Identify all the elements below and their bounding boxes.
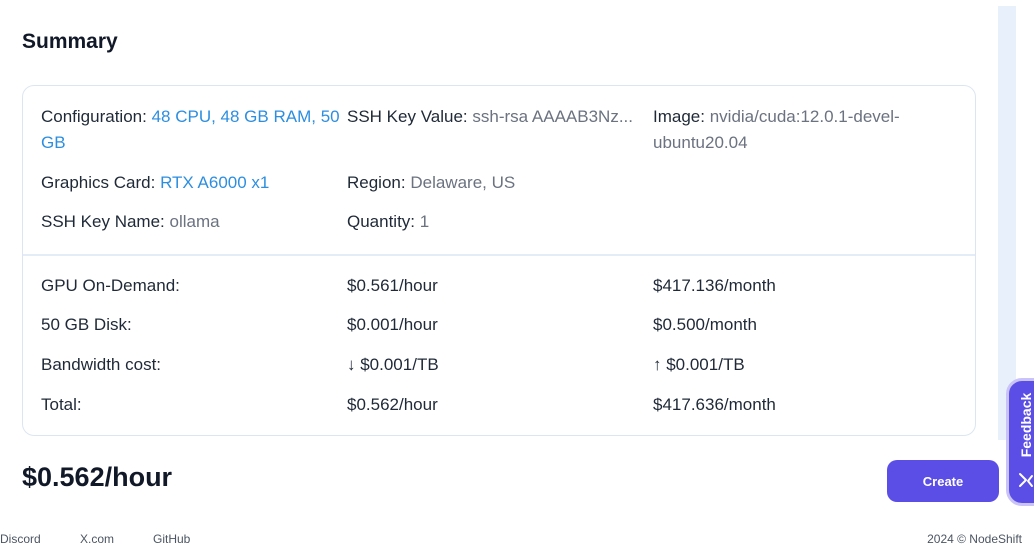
copyright: 2024 © NodeShift	[927, 532, 1022, 546]
cost-label: Total:	[41, 395, 82, 414]
quantity-label: Quantity:	[347, 212, 416, 231]
cost-label: GPU On-Demand:	[41, 276, 180, 295]
discord-link[interactable]: Discord	[0, 532, 41, 546]
total-price: $0.562/hour	[22, 462, 173, 492]
cost-hourly: $0.562/hour	[347, 395, 438, 414]
ssh-key-name-value: ollama	[169, 212, 220, 231]
create-button[interactable]: Create	[887, 460, 999, 502]
configuration-value: 48 CPU, 48 GB RAM, 50	[151, 107, 340, 126]
cost-hourly: $0.561/hour	[347, 276, 438, 295]
feedback-icon	[1019, 473, 1033, 487]
github-link[interactable]: GitHub	[153, 532, 190, 546]
image-value-cont: ubuntu20.04	[653, 133, 748, 152]
quantity-value: 1	[419, 212, 430, 231]
image-label: Image:	[653, 107, 705, 126]
cost-monthly: ↑ $0.001/TB	[653, 355, 745, 374]
ssh-key-name-label: SSH Key Name:	[41, 212, 165, 231]
cost-hourly: ↓ $0.001/TB	[347, 355, 439, 374]
scrollbar-track[interactable]	[998, 6, 1016, 440]
quantity-item: Quantity: 1	[347, 209, 429, 235]
region-item: Region: Delaware, US	[347, 170, 515, 196]
ssh-key-value-item: SSH Key Value: ssh-rsa AAAAB3Nz...	[347, 104, 647, 130]
region-label: Region:	[347, 173, 406, 192]
ssh-key-value-label: SSH Key Value:	[347, 107, 468, 126]
feedback-tab[interactable]: Feedback	[1006, 378, 1034, 506]
graphics-card-value: RTX A6000 x1	[160, 173, 270, 192]
configuration-item: Configuration: 48 CPU, 48 GB RAM, 50 GB	[41, 104, 351, 156]
summary-card: Configuration: 48 CPU, 48 GB RAM, 50 GB …	[22, 85, 976, 436]
cost-monthly: $417.636/month	[653, 395, 776, 414]
feedback-label: Feedback	[1018, 392, 1034, 458]
graphics-card-label: Graphics Card:	[41, 173, 156, 192]
ssh-key-value: ssh-rsa AAAAB3Nz...	[472, 107, 633, 126]
graphics-card-item: Graphics Card: RTX A6000 x1	[41, 170, 269, 196]
cost-label: Bandwidth cost:	[41, 355, 162, 374]
x-link[interactable]: X.com	[80, 532, 114, 546]
cost-monthly: $0.500/month	[653, 315, 757, 334]
card-divider	[23, 254, 975, 256]
configuration-value-cont: GB	[41, 133, 66, 152]
ssh-key-name-item: SSH Key Name: ollama	[41, 209, 220, 235]
image-value: nvidia/cuda:12.0.1-devel-	[709, 107, 900, 126]
region-value: Delaware, US	[410, 173, 516, 192]
cost-label: 50 GB Disk:	[41, 315, 132, 334]
cost-monthly: $417.136/month	[653, 276, 776, 295]
image-item: Image: nvidia/cuda:12.0.1-devel- ubuntu2…	[653, 104, 953, 156]
summary-title: Summary	[22, 30, 118, 53]
cost-hourly: $0.001/hour	[347, 315, 438, 334]
configuration-label: Configuration:	[41, 107, 147, 126]
